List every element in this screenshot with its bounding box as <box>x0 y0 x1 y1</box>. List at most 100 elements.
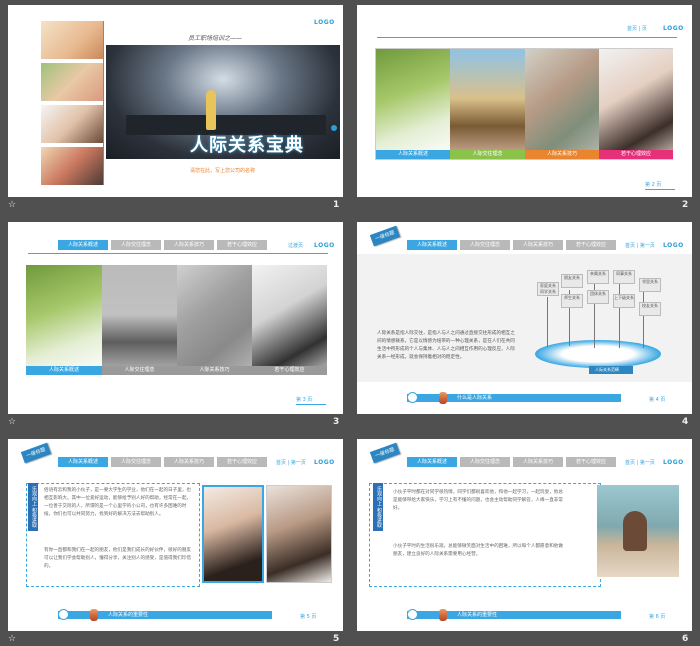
slide-5-footer-text: 人际关系的重要性 <box>108 612 149 618</box>
slide-1[interactable]: LOGO 员工职场培训之—— 人际关系宝典 请您在此，写上您公司的名称 <box>8 5 343 197</box>
slide-3-nav[interactable]: 人际关系概述 人际交往理念 人际关系技巧 若干心理效应 <box>58 240 267 250</box>
slide-4-nav-links[interactable]: 首页 | 第一页 <box>625 242 655 249</box>
slide-3-number: 3 <box>333 417 340 427</box>
slide-1-logo: LOGO <box>314 19 335 26</box>
slide-6-number: 6 <box>682 634 689 644</box>
slide-4-logo: LOGO <box>663 242 684 249</box>
caption-4[interactable]: 若干心理效应 <box>599 150 673 159</box>
slide-3-logo: LOGO <box>314 242 335 249</box>
slide-6-page-label: 第 6 页 <box>649 614 666 620</box>
nav-tab-3[interactable]: 人际关系技巧 <box>164 240 214 250</box>
lantern-icon <box>90 609 98 621</box>
presenter <box>206 90 216 130</box>
nav-tab-2[interactable]: 人际交往理念 <box>111 457 161 467</box>
sign-1: 家庭关系 同学关系 <box>537 282 559 296</box>
caption-4[interactable]: 若干心理效应 <box>252 366 327 375</box>
caption-2[interactable]: 人际交往理念 <box>102 366 177 375</box>
slide-5-page-label: 第 5 页 <box>300 614 317 620</box>
slide-1-star[interactable]: ☆ <box>8 200 16 210</box>
nav-tab-4[interactable]: 若干心理效应 <box>217 457 267 467</box>
slide-3-star[interactable]: ☆ <box>8 417 16 427</box>
sign-6: 师生关系 <box>561 294 583 308</box>
lantern-icon <box>439 392 447 404</box>
hut-kids-photo[interactable]: 人际交往理念 <box>450 49 525 159</box>
caption-1[interactable]: 人际关系概述 <box>26 366 102 375</box>
sign-5: 邻里关系 <box>639 278 661 292</box>
slide-5-body-2: 有你一直都和我们在一起的朋友，他们是我们成长的好伙伴，很好的朋友可以让我们学会帮… <box>44 548 192 569</box>
slide-5[interactable]: 一级标题 人际关系概述 人际交往理念 人际关系技巧 若干心理效应 首页 | 第一… <box>8 439 343 631</box>
girls-photo[interactable]: 若干心理效应 <box>599 49 673 159</box>
slide-5-nav-links[interactable]: 首页 | 第一页 <box>276 459 306 466</box>
slide-2-page-line <box>645 189 675 190</box>
caption-1[interactable]: 人际关系概述 <box>376 150 450 159</box>
slide-1-subtitle: 员工职场培训之—— <box>188 35 243 42</box>
slide-5-nav[interactable]: 人际关系概述 人际交往理念 人际关系技巧 若干心理效应 <box>58 457 267 467</box>
nav-tab-1[interactable]: 人际关系概述 <box>407 240 457 250</box>
slide-5-logo: LOGO <box>314 459 335 466</box>
sign-8: 上下级关系 <box>613 294 635 308</box>
caption-3[interactable]: 人际关系技巧 <box>177 366 252 375</box>
slide-6-body-2: 小伙子平时的生活很乐观，总能够微笑面对生活中的困难，所以每个人都愿意和他做朋友，… <box>393 544 563 557</box>
slide-4-number: 4 <box>682 417 689 427</box>
slide-3[interactable]: 人际关系概述 人际交往理念 人际关系技巧 若干心理效应 过渡页 LOGO 人际关… <box>8 222 343 414</box>
nav-tab-2[interactable]: 人际交往理念 <box>111 240 161 250</box>
slide-3-nav-links[interactable]: 过渡页 <box>288 242 303 249</box>
nav-tab-4[interactable]: 若干心理效应 <box>566 240 616 250</box>
tree-couple-photo[interactable]: 人际关系概述 <box>376 49 450 159</box>
nav-tab-3[interactable]: 人际关系技巧 <box>513 457 563 467</box>
slide-2-top-line <box>377 37 677 38</box>
slide-4-nav[interactable]: 人际关系概述 人际交往理念 人际关系技巧 若干心理效应 <box>407 240 616 250</box>
section-tag: 一级标题 <box>369 225 401 247</box>
nav-tab-1[interactable]: 人际关系概述 <box>58 240 108 250</box>
slide-2[interactable]: 首页 | 页 LOGO 人际关系概述 人际交往理念 人际关系技巧 若干心理效应 … <box>357 5 692 197</box>
girl-figure <box>623 511 647 551</box>
sign-7: 团体关系 <box>587 290 609 304</box>
slide-1-title: 人际关系宝典 <box>190 135 304 156</box>
footer-badge-icon <box>407 609 418 620</box>
nav-tab-2[interactable]: 人际交往理念 <box>460 240 510 250</box>
slide-3-top-line <box>28 253 328 254</box>
slide-5-star[interactable]: ☆ <box>8 634 16 644</box>
caption-2[interactable]: 人际交往理念 <box>450 150 525 159</box>
sign-stick-5 <box>643 292 644 348</box>
tree-couple-photo-highlight[interactable]: 人际关系概述 <box>26 265 102 375</box>
slide-6-footer-text: 人际关系的重要性 <box>457 612 498 618</box>
slide-4[interactable]: 一级标题 人际关系概述 人际交往理念 人际关系技巧 若干心理效应 首页 | 第一… <box>357 222 692 414</box>
slide-6[interactable]: 一级标题 人际关系概述 人际交往理念 人际关系技巧 若干心理效应 首页 | 第一… <box>357 439 692 631</box>
slide-5-number: 5 <box>333 634 340 644</box>
slide-6-ribbon: 乐观向上 积极进取 <box>373 483 383 531</box>
nav-tab-1[interactable]: 人际关系概述 <box>58 457 108 467</box>
caption-3[interactable]: 人际关系技巧 <box>525 150 599 159</box>
section-tag: 一级标题 <box>369 442 401 464</box>
slide-2-number: 2 <box>682 200 689 210</box>
slide-6-logo: LOGO <box>663 459 684 466</box>
nav-tab-3[interactable]: 人际关系技巧 <box>513 240 563 250</box>
sign-9: 校友关系 <box>639 302 661 316</box>
slide-5-body: 俗语有云和我的小伙子，是一要大学生的学业，他们在一起的日子里，也相互影响大。其中… <box>44 488 192 517</box>
nav-tab-4[interactable]: 若干心理效应 <box>566 457 616 467</box>
slide-3-page-label: 第 3 页 <box>296 397 313 403</box>
slide-2-nav-links[interactable]: 首页 | 页 <box>627 25 647 32</box>
card-players-photo[interactable]: 人际关系技巧 <box>525 49 599 159</box>
nav-tab-4[interactable]: 若干心理效应 <box>217 240 267 250</box>
title-accent-dot <box>331 125 337 131</box>
sign-3: 亲属关系 <box>587 270 609 284</box>
footer-badge-icon <box>58 609 69 620</box>
slide-2-logo: LOGO <box>663 25 684 32</box>
girls-photo-gray[interactable]: 若干心理效应 <box>252 265 327 375</box>
nav-tab-2[interactable]: 人际交往理念 <box>460 457 510 467</box>
frame-line <box>103 21 104 185</box>
nav-tab-3[interactable]: 人际关系技巧 <box>164 457 214 467</box>
nav-tab-1[interactable]: 人际关系概述 <box>407 457 457 467</box>
slide-5-ribbon: 乐观向上 积极进取 <box>28 483 38 531</box>
slide-4-footer-text: 什么是人际关系 <box>457 395 493 401</box>
slide-6-nav-links[interactable]: 首页 | 第一页 <box>625 459 655 466</box>
card-players-photo-gray[interactable]: 人际关系技巧 <box>177 265 252 375</box>
slide-6-body: 小伙子平时都在对同学很热情，同学们都很喜欢他，和他一起学习，一起玩耍，他总是能够… <box>393 490 563 511</box>
slide-6-nav[interactable]: 人际关系概述 人际交往理念 人际关系技巧 若干心理效应 <box>407 457 616 467</box>
slide-4-body: 人际关系是指人际交往，是指人与人之间通过直接交往形成的相互之间的情感联系，它是以… <box>377 331 515 360</box>
lantern-icon <box>439 609 447 621</box>
baby-photo <box>41 21 103 59</box>
hut-kids-photo-gray[interactable]: 人际交往理念 <box>102 265 177 375</box>
sitting-girl-photo <box>597 485 679 577</box>
